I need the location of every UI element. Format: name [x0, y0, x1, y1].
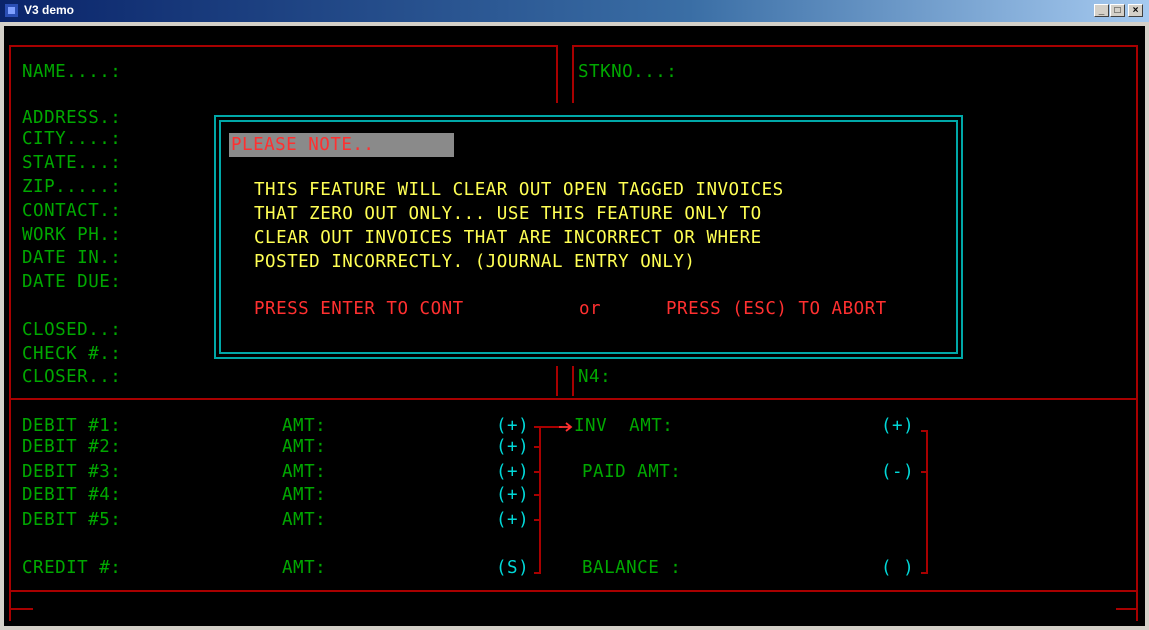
frame-line	[9, 45, 11, 621]
frame-line	[9, 590, 1138, 592]
title-bar[interactable]: V3 demo _ □ ×	[0, 0, 1149, 22]
credit-label: CREDIT #:	[22, 558, 122, 578]
bracket-line	[534, 519, 541, 521]
debit-1-sign: (+)	[496, 416, 530, 436]
credit-amt-label: AMT:	[282, 558, 327, 578]
debit-4-sign: (+)	[496, 485, 530, 505]
state-label: STATE...:	[22, 153, 122, 173]
debit-5-amt-label: AMT:	[282, 510, 327, 530]
inv-amt-sign: (+)	[881, 416, 915, 436]
debit-3-sign: (+)	[496, 462, 530, 482]
bracket-line	[921, 572, 928, 574]
bracket-line	[534, 572, 541, 574]
bracket-line	[534, 471, 541, 473]
dialog-inner-border: PLEASE NOTE.. THIS FEATURE WILL CLEAR OU…	[219, 120, 958, 354]
debit-2-label: DEBIT #2:	[22, 437, 122, 457]
n4-label: N4:	[578, 367, 612, 387]
debit-3-amt-label: AMT:	[282, 462, 327, 482]
please-note-dialog[interactable]: PLEASE NOTE.. THIS FEATURE WILL CLEAR OU…	[214, 115, 963, 359]
dialog-header: PLEASE NOTE..	[231, 135, 375, 155]
frame-line	[1116, 608, 1138, 610]
frame-line	[572, 366, 574, 396]
frame-line	[572, 45, 1137, 47]
bracket-line	[921, 430, 928, 432]
dialog-header-bar: PLEASE NOTE..	[229, 133, 454, 157]
credit-sign: (S)	[496, 558, 530, 578]
or-text: or	[579, 299, 602, 319]
dialog-line-4: POSTED INCORRECTLY. (JOURNAL ENTRY ONLY)	[254, 252, 696, 272]
frame-line	[9, 398, 1138, 400]
closer-label: CLOSER..:	[22, 367, 122, 387]
bracket-line	[926, 430, 928, 574]
name-label: NAME....:	[22, 62, 122, 82]
debit-1-label: DEBIT #1:	[22, 416, 122, 436]
frame-line	[1136, 45, 1138, 621]
date-due-label: DATE DUE:	[22, 272, 122, 292]
press-esc-prompt[interactable]: PRESS (ESC) TO ABORT	[666, 299, 887, 319]
date-in-label: DATE IN.:	[22, 248, 122, 268]
paid-amt-label: PAID AMT:	[582, 462, 682, 482]
balance-sign: ( )	[881, 558, 915, 578]
check-label: CHECK #.:	[22, 344, 122, 364]
debit-5-label: DEBIT #5:	[22, 510, 122, 530]
city-label: CITY....:	[22, 129, 122, 149]
debit-3-label: DEBIT #3:	[22, 462, 122, 482]
debit-4-label: DEBIT #4:	[22, 485, 122, 505]
frame-line	[9, 45, 557, 47]
minimize-button[interactable]: _	[1094, 4, 1109, 17]
debit-1-amt-label: AMT:	[282, 416, 327, 436]
debit-2-amt-label: AMT:	[282, 437, 327, 457]
work-phone-label: WORK PH.:	[22, 225, 122, 245]
bracket-line	[534, 494, 541, 496]
debit-4-amt-label: AMT:	[282, 485, 327, 505]
stkno-label: STKNO...:	[578, 62, 678, 82]
terminal-screen[interactable]: NAME....: ADDRESS.: CITY....: STATE...: …	[4, 26, 1145, 626]
frame-line	[556, 366, 558, 396]
contact-label: CONTACT.:	[22, 201, 122, 221]
debit-2-sign: (+)	[496, 437, 530, 457]
bracket-line	[921, 471, 928, 473]
bracket-line	[539, 426, 541, 574]
arrow-right-icon	[559, 422, 573, 432]
dialog-line-2: THAT ZERO OUT ONLY... USE THIS FEATURE O…	[254, 204, 762, 224]
window-title: V3 demo	[24, 3, 75, 17]
paid-amt-sign: (-)	[881, 462, 915, 482]
frame-line	[572, 45, 574, 103]
dialog-line-1: THIS FEATURE WILL CLEAR OUT OPEN TAGGED …	[254, 180, 784, 200]
balance-label: BALANCE :	[582, 558, 682, 578]
address-label: ADDRESS.:	[22, 108, 122, 128]
bracket-line	[534, 446, 541, 448]
closed-label: CLOSED..:	[22, 320, 122, 340]
frame-line	[11, 608, 33, 610]
maximize-button[interactable]: □	[1110, 4, 1125, 17]
frame-line	[556, 45, 558, 103]
press-enter-prompt[interactable]: PRESS ENTER TO CONT	[254, 299, 464, 319]
zip-label: ZIP.....:	[22, 177, 122, 197]
inv-amt-label: INV AMT:	[574, 416, 674, 436]
debit-5-sign: (+)	[496, 510, 530, 530]
close-button[interactable]: ×	[1128, 4, 1143, 17]
bracket-line	[534, 426, 562, 428]
dialog-line-3: CLEAR OUT INVOICES THAT ARE INCORRECT OR…	[254, 228, 762, 248]
app-icon	[5, 4, 18, 17]
